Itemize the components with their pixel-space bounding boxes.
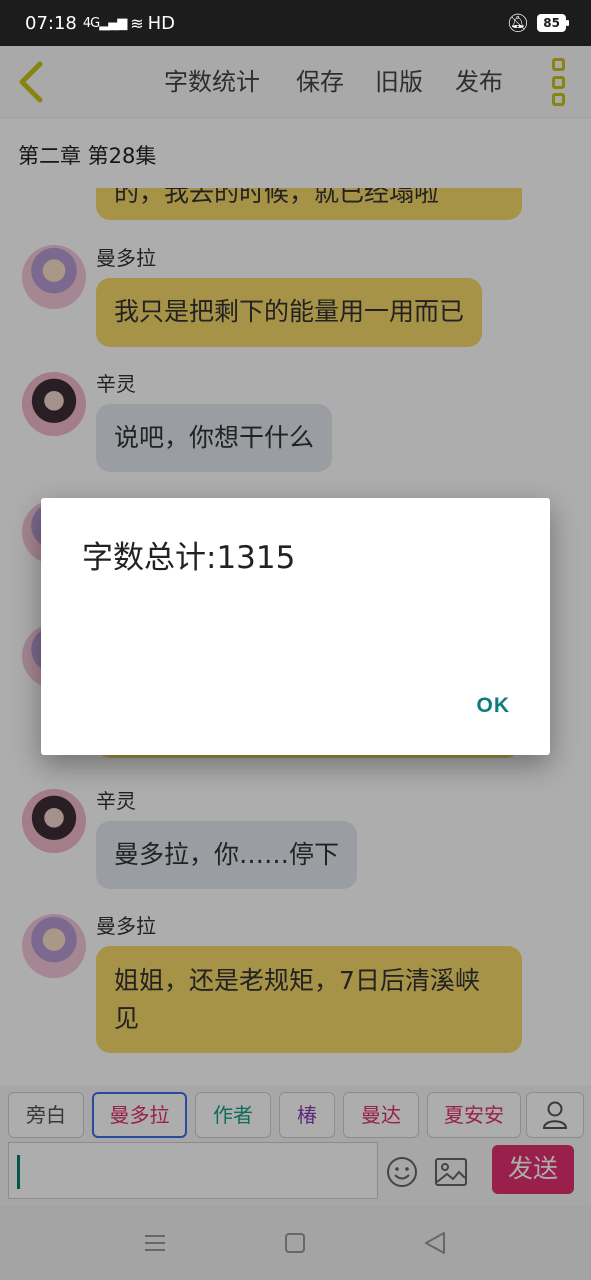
dialog-title: 字数总计:1315: [82, 540, 296, 576]
ok-button[interactable]: OK: [477, 694, 511, 718]
status-time: 07:18: [25, 12, 77, 34]
signal-icon: 4G▂▄▆: [82, 15, 127, 31]
silent-icon: 🔕︎: [506, 12, 530, 34]
network-label: HD: [147, 12, 176, 34]
word-count-dialog: 字数总计:1315 OK: [41, 498, 550, 755]
battery-icon: 85: [537, 14, 569, 32]
status-bar: 07:18 4G▂▄▆ ≋ HD 🔕︎ 85: [0, 0, 591, 46]
wifi-icon: ≋: [130, 13, 144, 33]
